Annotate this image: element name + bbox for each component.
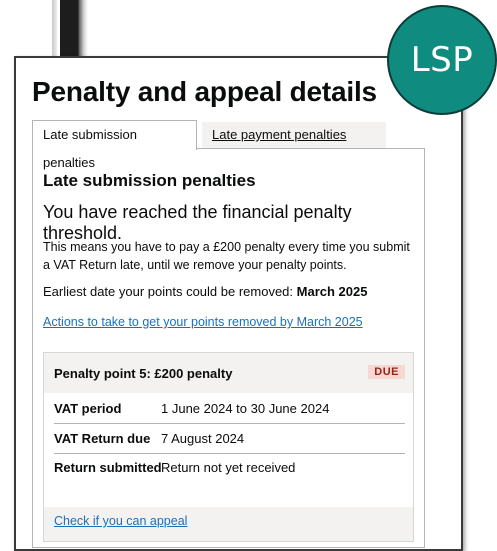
detail-value: 7 August 2024 [161, 431, 245, 446]
page-title: Penalty and appeal details [32, 76, 377, 107]
status-badge: DUE [368, 365, 405, 379]
tab-list: Late submission penalties Late payment p… [32, 120, 425, 170]
earliest-removal-value: March 2025 [296, 284, 368, 299]
window-chrome-bar [52, 0, 92, 58]
detail-key: VAT Return due [54, 431, 151, 446]
appeal-link[interactable]: Check if you can appeal [54, 514, 187, 528]
penalty-details-list: VAT period 1 June 2024 to 30 June 2024 V… [44, 393, 413, 507]
detail-key: Return submitted [54, 460, 162, 475]
tab-panel: Late submission penalties You have reach… [32, 148, 425, 548]
detail-key: VAT period [54, 401, 122, 416]
penalty-title: Penalty point 5: £200 penalty [54, 366, 233, 381]
tab-late-submission-penalties[interactable]: Late submission penalties [32, 120, 197, 170]
detail-row-vat-period: VAT period 1 June 2024 to 30 June 2024 [54, 393, 405, 424]
detail-row-return-submitted: Return submitted Return not yet received [54, 453, 405, 507]
earliest-removal-text: Earliest date your points could be remov… [43, 284, 367, 299]
lsp-badge: LSP [387, 5, 497, 115]
detail-value: 1 June 2024 to 30 June 2024 [161, 401, 330, 416]
detail-row-vat-return-due: VAT Return due 7 August 2024 [54, 423, 405, 454]
earliest-removal-label: Earliest date your points could be remov… [43, 284, 294, 299]
actions-link[interactable]: Actions to take to get your points remov… [43, 315, 363, 329]
detail-value: Return not yet received [161, 460, 296, 475]
penalty-explanation: This means you have to pay a £200 penalt… [43, 240, 410, 272]
tab-late-payment-penalties[interactable]: Late payment penalties [202, 122, 386, 148]
penalty-summary-card: Penalty point 5: £200 penalty DUE VAT pe… [43, 352, 414, 542]
